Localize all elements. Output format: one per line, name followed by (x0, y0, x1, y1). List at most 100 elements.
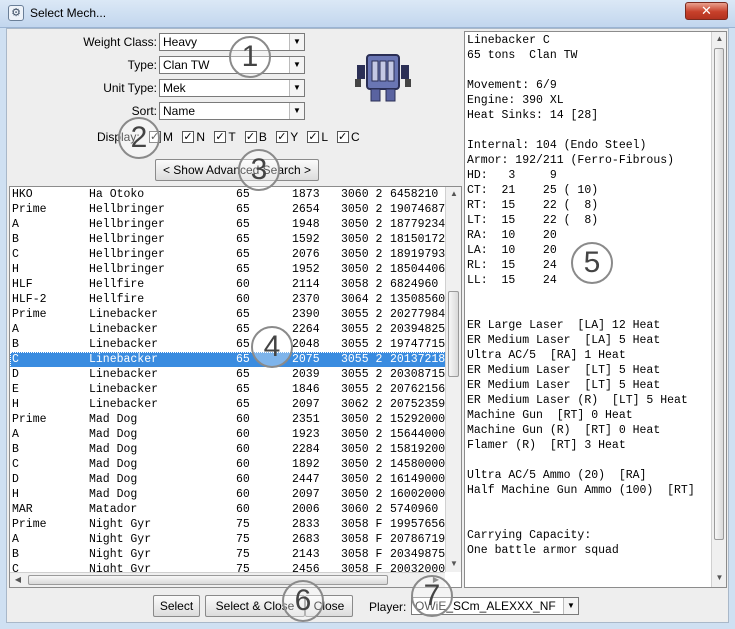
table-row[interactable]: D Mad Dog 60 2447 3050 2 16149000 (10, 472, 445, 487)
table-row[interactable]: A Night Gyr 75 2683 3058 F 20786719 (10, 532, 445, 547)
select-button[interactable]: Select (153, 595, 200, 617)
table-cell: 65 (236, 308, 250, 321)
table-row[interactable]: B Mad Dog 60 2284 3050 2 15819200 (10, 442, 445, 457)
table-cell: 15292000 (390, 413, 445, 426)
unit-type-select[interactable]: Mek ▼ (159, 79, 305, 97)
chevron-down-icon[interactable]: ▼ (289, 103, 304, 119)
table-cell: H (12, 488, 19, 501)
table-cell: Prime (12, 203, 47, 216)
type-value: Clan TW (163, 58, 210, 72)
table-row[interactable]: D Linebacker 65 2039 3055 2 20308715 (10, 367, 445, 382)
sort-select[interactable]: Name ▼ (159, 102, 305, 120)
window-close-button[interactable]: ✕ (685, 2, 728, 20)
scroll-down-icon[interactable]: ▼ (446, 559, 461, 568)
table-row[interactable]: C Hellbringer 65 2076 3050 2 18919793 (10, 247, 445, 262)
table-row[interactable]: Prime Night Gyr 75 2833 3058 F 19957656 (10, 517, 445, 532)
table-row[interactable]: B Night Gyr 75 2143 3058 F 20349875 (10, 547, 445, 562)
table-cell: 2456 (292, 563, 320, 572)
app-icon: ⚙ (8, 5, 24, 21)
table-cell: Hellbringer (89, 203, 165, 216)
chevron-down-icon[interactable]: ▼ (563, 598, 578, 614)
vertical-scroll-thumb[interactable] (448, 291, 459, 377)
table-cell: 60 (236, 428, 250, 441)
info-line (467, 288, 711, 303)
table-row[interactable]: C Mad Dog 60 1892 3050 2 14580000 (10, 457, 445, 472)
table-cell: 14580000 (390, 458, 445, 471)
mech-list[interactable]: HKO Ha Otoko 65 1873 3060 2 6458210 Prime Hellb… (10, 187, 445, 572)
table-cell: 60 (236, 293, 250, 306)
mech-info-scrollbar[interactable]: ▲ ▼ (711, 32, 726, 587)
table-cell: C (12, 458, 19, 471)
info-line: ER Medium Laser [LA] 5 Heat (467, 334, 661, 347)
table-row[interactable]: HLF Hellfire 60 2114 3058 2 6824960 (10, 277, 445, 292)
table-cell: A (12, 533, 19, 546)
table-cell: Hellbringer (89, 218, 165, 231)
info-line: Ultra AC/5 Ammo (20) [RA] (467, 469, 647, 482)
table-cell: B (12, 233, 19, 246)
display-checkbox-n[interactable] (182, 129, 195, 145)
display-checkbox-t[interactable] (214, 129, 227, 145)
display-checkbox-c[interactable] (336, 129, 349, 145)
display-checkbox-b[interactable] (244, 129, 257, 145)
chevron-down-icon[interactable]: ▼ (289, 80, 304, 96)
info-line: RT: 15 22 ( 8) (467, 199, 599, 212)
table-cell: 3050 2 (341, 458, 383, 471)
scroll-left-icon[interactable]: ◀ (10, 575, 26, 584)
table-row[interactable]: H Linebacker 65 2097 3062 2 20752359 (10, 397, 445, 412)
table-cell: 2833 (292, 518, 320, 531)
display-checkbox-l[interactable] (307, 129, 320, 145)
table-cell: 3050 2 (341, 488, 383, 501)
table-cell: 3064 2 (341, 293, 383, 306)
show-advanced-search-button[interactable]: < Show Advanced Search > (155, 159, 319, 181)
table-cell: Linebacker (89, 383, 159, 396)
table-cell: 2390 (292, 308, 320, 321)
table-row[interactable]: B Hellbringer 65 1592 3050 2 18150172 (10, 232, 445, 247)
mech-info-text: Linebacker C 65 tons Clan TW Movement: 6/9… (467, 33, 711, 587)
table-cell: 16149000 (390, 473, 445, 486)
table-row[interactable]: HKO Ha Otoko 65 1873 3060 2 6458210 (10, 187, 445, 202)
info-scroll-thumb[interactable] (714, 48, 724, 540)
table-cell: H (12, 263, 19, 276)
chevron-down-icon[interactable]: ▼ (289, 57, 304, 73)
info-line: Internal: 104 (Endo Steel) (467, 139, 647, 152)
table-cell: Linebacker (89, 368, 159, 381)
unit-type-value: Mek (163, 81, 186, 95)
table-cell: 15644000 (390, 428, 445, 441)
mech-list-vertical-scrollbar[interactable]: ▲ ▼ (445, 187, 461, 572)
table-row[interactable]: B Linebacker 65 2048 3055 2 19747715 (10, 337, 445, 352)
info-line: ER Large Laser [LA] 12 Heat (467, 319, 661, 332)
table-cell: 3058 F (341, 548, 383, 561)
table-row[interactable]: A Linebacker 65 2264 3055 2 20394825 (10, 322, 445, 337)
table-row[interactable]: A Mad Dog 60 1923 3050 2 15644000 (10, 427, 445, 442)
info-line: Carrying Capacity: (467, 529, 592, 542)
info-line: Machine Gun [RT] 0 Heat (467, 409, 633, 422)
display-checkbox-y[interactable] (276, 129, 289, 145)
table-cell: C (12, 563, 19, 572)
table-cell: 2351 (292, 413, 320, 426)
table-cell: 2284 (292, 443, 320, 456)
callout-1: 1 (229, 36, 271, 78)
table-row[interactable]: Prime Hellbringer 65 2654 3050 2 19074687 (10, 202, 445, 217)
table-cell: 3050 2 (341, 263, 383, 276)
table-row[interactable]: H Mad Dog 60 2097 3050 2 16002000 (10, 487, 445, 502)
scroll-up-icon[interactable]: ▲ (446, 189, 461, 198)
table-row[interactable]: HLF-2 Hellfire 60 2370 3064 2 13508560 (10, 292, 445, 307)
info-line (467, 573, 711, 587)
table-row[interactable]: MAR Matador 60 2006 3060 2 5740960 (10, 502, 445, 517)
horizontal-scroll-thumb[interactable] (28, 575, 388, 585)
table-cell: 18919793 (390, 248, 445, 261)
table-row[interactable]: H Hellbringer 65 1952 3050 2 18504406 (10, 262, 445, 277)
scroll-down-icon[interactable]: ▼ (712, 573, 726, 582)
table-cell: 65 (236, 323, 250, 336)
display-option-label: B (258, 130, 267, 144)
table-row[interactable]: C Night Gyr 75 2456 3058 F 20032000 (10, 562, 445, 572)
table-row[interactable]: Prime Linebacker 65 2390 3055 2 20277984 (10, 307, 445, 322)
table-row[interactable]: Prime Mad Dog 60 2351 3050 2 15292000 (10, 412, 445, 427)
table-row[interactable]: C Linebacker 65 2075 3055 2 20137218 (10, 352, 445, 368)
table-cell: 3050 2 (341, 473, 383, 486)
scroll-up-icon[interactable]: ▲ (712, 34, 726, 43)
table-row[interactable]: A Hellbringer 65 1948 3050 2 18779234 (10, 217, 445, 232)
mech-list-horizontal-scrollbar[interactable]: ◀ ▶ (10, 572, 445, 587)
table-row[interactable]: E Linebacker 65 1846 3055 2 20762156 (10, 382, 445, 397)
chevron-down-icon[interactable]: ▼ (289, 34, 304, 50)
